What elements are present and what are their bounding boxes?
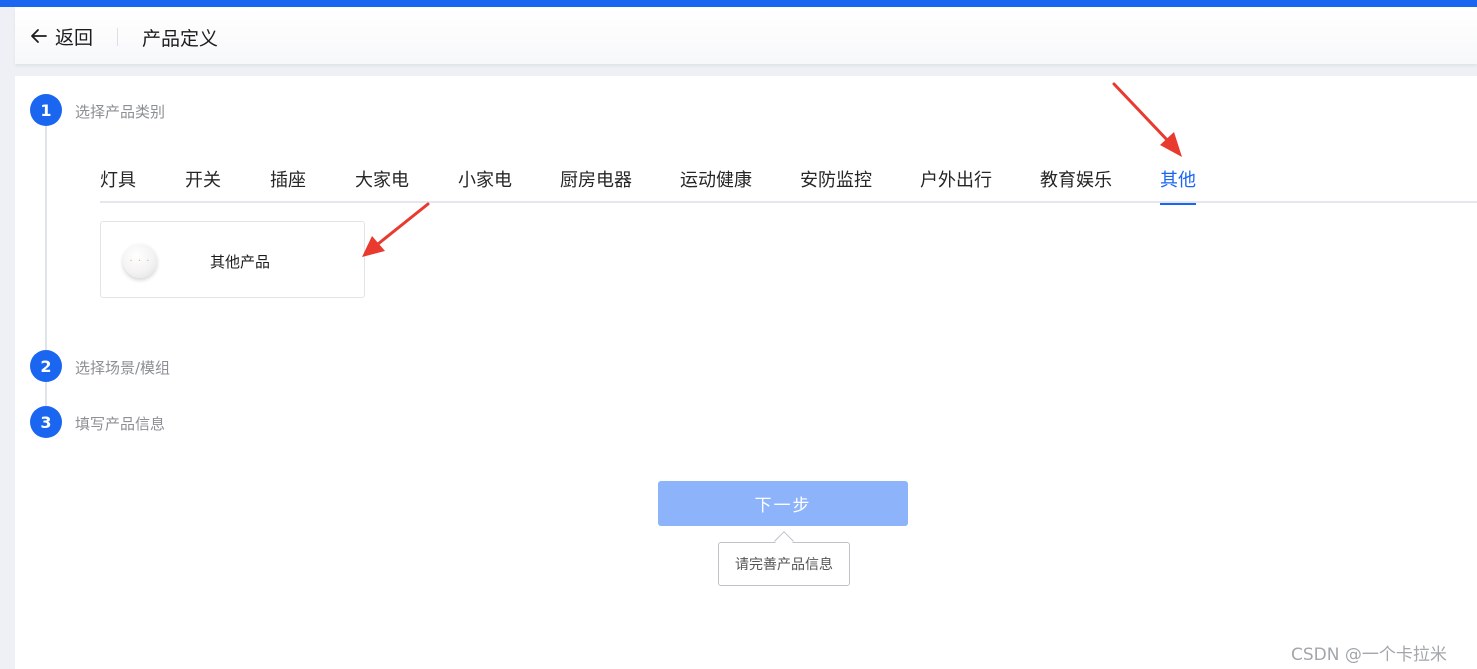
product-icon: · · · [123, 244, 157, 278]
header-divider [117, 28, 118, 46]
step-2-label: 选择场景/模组 [75, 359, 171, 377]
step-2-indicator: 2 [30, 350, 62, 382]
category-tabs: 灯具 开关 插座 大家电 小家电 厨房电器 运动健康 安防监控 户外出行 教育娱… [100, 162, 1477, 205]
tab-small-appliance[interactable]: 小家电 [458, 166, 512, 203]
step-3-indicator: 3 [30, 406, 62, 438]
tab-kitchen-appliance[interactable]: 厨房电器 [560, 166, 632, 203]
back-button[interactable]: 返回 [29, 23, 93, 49]
tab-large-appliance[interactable]: 大家电 [355, 166, 409, 203]
product-name: 其他产品 [210, 253, 271, 271]
next-step-button[interactable]: 下一步 [658, 481, 908, 526]
product-card-other[interactable]: · · · 其他产品 [100, 221, 365, 298]
tab-sports-health[interactable]: 运动健康 [680, 166, 752, 203]
main-content: 1 选择产品类别 灯具 开关 插座 大家电 小家电 厨房电器 运动健康 安防监控… [15, 76, 1477, 669]
tab-lighting[interactable]: 灯具 [100, 166, 136, 203]
page-header: 返回 产品定义 [15, 7, 1477, 64]
top-accent-bar [0, 0, 1477, 7]
tab-other[interactable]: 其他 [1160, 166, 1196, 205]
page-title: 产品定义 [142, 28, 219, 50]
step-3-label: 填写产品信息 [75, 415, 166, 433]
tab-security-monitoring[interactable]: 安防监控 [800, 166, 872, 203]
watermark: CSDN @一个卡拉米 [1291, 645, 1447, 665]
tab-education-entertainment[interactable]: 教育娱乐 [1040, 166, 1112, 203]
tab-switch[interactable]: 开关 [185, 166, 221, 203]
step-1-indicator: 1 [30, 94, 62, 126]
step-1-label: 选择产品类别 [75, 103, 166, 121]
back-label: 返回 [55, 26, 94, 49]
tab-socket[interactable]: 插座 [270, 166, 306, 203]
arrow-left-icon [31, 29, 47, 43]
tab-outdoor-travel[interactable]: 户外出行 [920, 166, 992, 203]
